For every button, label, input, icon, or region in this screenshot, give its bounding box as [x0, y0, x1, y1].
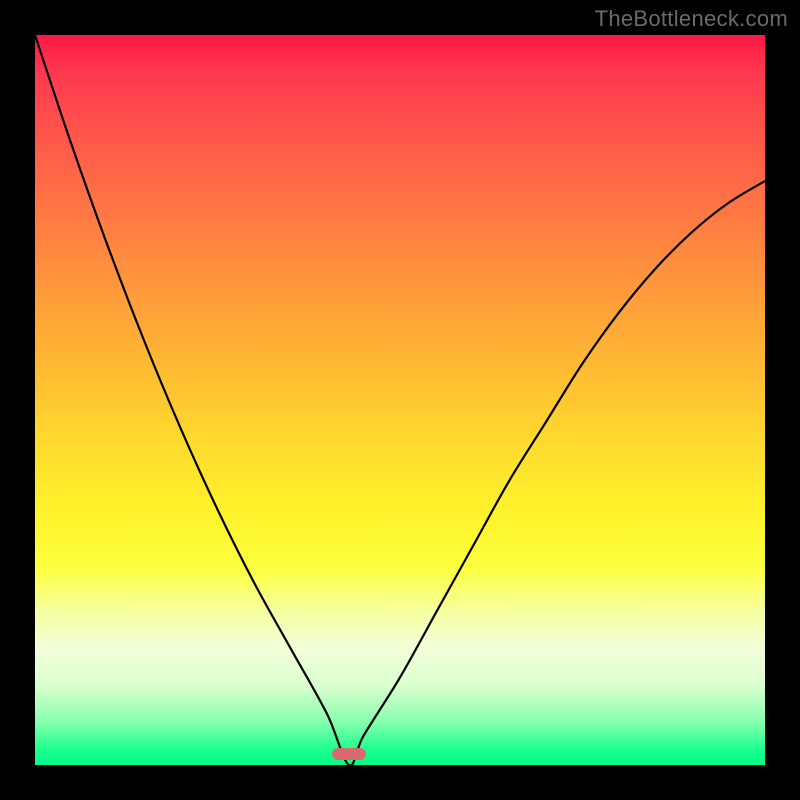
plot-area: [35, 35, 765, 765]
watermark-text: TheBottleneck.com: [595, 6, 788, 32]
optimal-marker: [332, 748, 366, 760]
bottleneck-curve: [35, 35, 765, 765]
chart-frame: TheBottleneck.com: [0, 0, 800, 800]
curve-svg: [35, 35, 765, 765]
